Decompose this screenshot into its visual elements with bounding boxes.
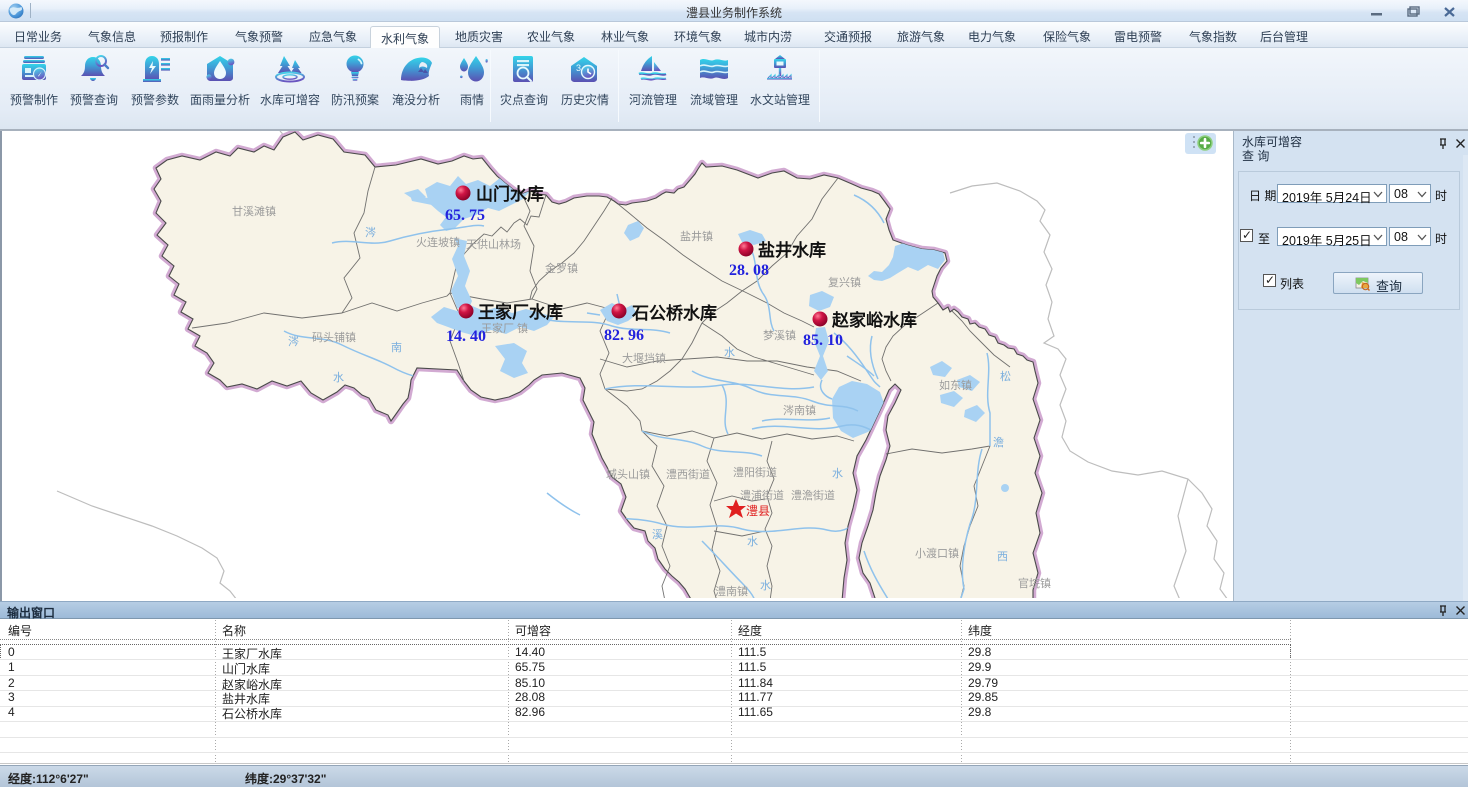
svg-text:65. 75: 65. 75 [445,207,485,224]
svg-text:3: 3 [576,63,581,73]
svg-text:天供山林场: 天供山林场 [466,237,521,251]
svg-text:水: 水 [724,346,735,359]
svg-text:城头山镇: 城头山镇 [606,467,650,481]
svg-text:82. 96: 82. 96 [604,327,644,344]
svg-text:澧阳街道: 澧阳街道 [733,465,777,479]
svg-text:盐井水库: 盐井水库 [758,240,826,260]
svg-text:王家厂水库: 王家厂水库 [478,302,563,322]
svg-text:涔: 涔 [288,334,299,348]
svg-text:盐井镇: 盐井镇 [680,229,713,243]
svg-text:小渡口镇: 小渡口镇 [915,546,959,560]
svg-text:澧西街道: 澧西街道 [666,467,710,481]
svg-text:澧县: 澧县 [746,504,770,518]
svg-text:85. 10: 85. 10 [803,332,843,349]
svg-text:水: 水 [747,535,758,548]
svg-text:澧澹街道: 澧澹街道 [791,488,835,502]
svg-text:南: 南 [391,341,402,354]
svg-text:水: 水 [333,371,344,384]
svg-text:复兴镇: 复兴镇 [828,275,861,289]
svg-text:涔: 涔 [365,225,376,239]
svg-text:山门水库: 山门水库 [476,184,544,204]
svg-text:赵家峪水库: 赵家峪水库 [831,310,917,330]
svg-text:梦溪镇: 梦溪镇 [763,328,796,342]
svg-text:码头铺镇: 码头铺镇 [312,330,356,344]
svg-text:溪: 溪 [652,528,663,541]
svg-text:水: 水 [760,579,771,592]
svg-text:甘溪滩镇: 甘溪滩镇 [232,204,276,218]
svg-text:28. 08: 28. 08 [729,262,769,279]
svg-text:澧南镇: 澧南镇 [715,584,748,598]
svg-text:官垸镇: 官垸镇 [1018,576,1051,590]
svg-text:涔南镇: 涔南镇 [783,403,816,417]
svg-text:王家厂 镇: 王家厂 镇 [481,321,528,335]
svg-text:火连坡镇: 火连坡镇 [416,235,460,249]
svg-text:西: 西 [997,551,1008,563]
svg-text:澹: 澹 [993,436,1004,449]
svg-text:大堰垱镇: 大堰垱镇 [622,351,666,365]
svg-text:金罗镇: 金罗镇 [545,261,578,275]
svg-text:澧浦街道: 澧浦街道 [740,488,784,502]
svg-text:如东镇: 如东镇 [939,378,972,392]
svg-text:14. 40: 14. 40 [446,328,486,345]
svg-text:松: 松 [1000,369,1011,383]
svg-text:水: 水 [832,467,843,480]
svg-text:石公桥水库: 石公桥水库 [631,303,717,323]
